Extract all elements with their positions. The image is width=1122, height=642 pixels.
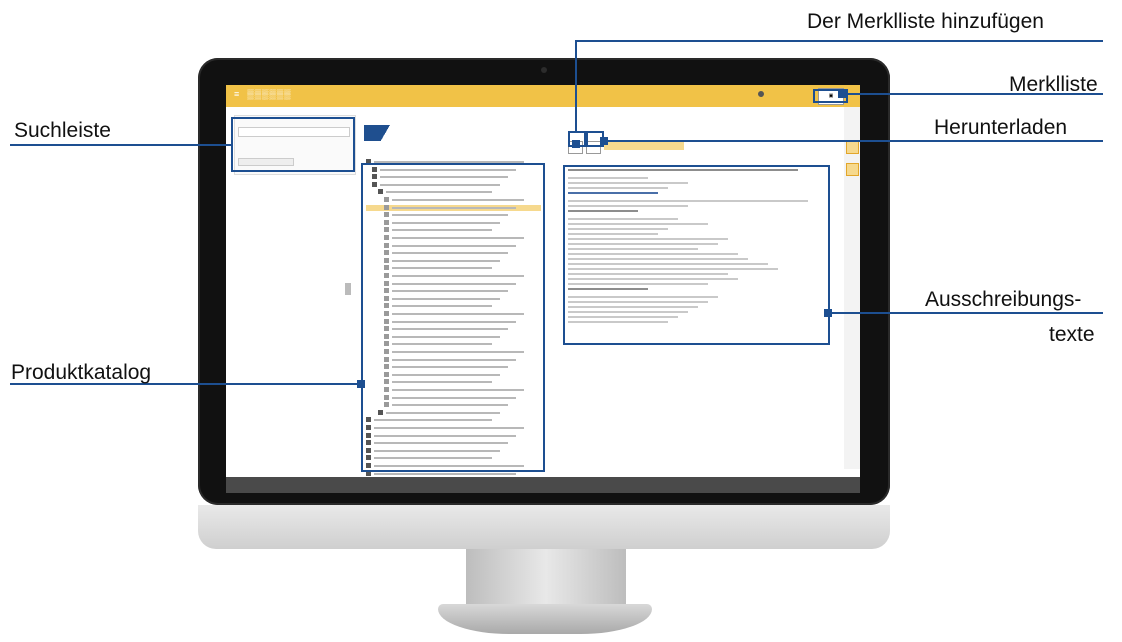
ausschreibungstexte-label-line2: texte xyxy=(1049,323,1095,346)
merkliste-add-leader-vertical xyxy=(575,42,577,132)
merkliste-add-label: Der Merklliste hinzufügen xyxy=(807,10,1044,33)
manufacturer-logo xyxy=(364,125,398,141)
suchleiste-leader-line xyxy=(10,144,232,146)
ausschreibungstexte-leader-line xyxy=(830,312,1103,314)
sidebar-collapse-handle[interactable] xyxy=(345,283,351,295)
produktkatalog-label: Produktkatalog xyxy=(11,361,152,384)
tree-item-text xyxy=(374,472,516,475)
merkliste-add-leader-horizontal xyxy=(575,40,1103,42)
document-icon[interactable] xyxy=(846,163,859,176)
app-header xyxy=(226,85,860,107)
herunterladen-leader-line xyxy=(604,140,1103,142)
suchleiste-label: Suchleiste xyxy=(14,119,111,142)
right-rail xyxy=(844,107,860,469)
monitor-stand-neck xyxy=(466,549,626,609)
camera-icon xyxy=(541,67,547,73)
account-icon[interactable] xyxy=(758,91,764,97)
ausschreibungstexte-label-line1: Ausschreibungs- xyxy=(925,288,1082,311)
ausschreibungstexte-highlight-box xyxy=(563,165,830,345)
footer xyxy=(226,477,860,493)
suchleiste-highlight-box xyxy=(231,117,355,172)
monitor-chin xyxy=(198,505,890,549)
monitor-stand-foot xyxy=(438,604,652,634)
merkliste-label: Merklliste xyxy=(1009,73,1098,96)
produktkatalog-marker xyxy=(357,380,365,388)
herunterladen-label: Herunterladen xyxy=(934,116,1068,139)
app-logo[interactable]: ≡ ▒▒▒▒▒▒ xyxy=(234,89,292,99)
merkliste-add-marker xyxy=(572,140,580,148)
produktkatalog-highlight-box xyxy=(361,163,545,472)
bookmark-icon[interactable] xyxy=(846,141,859,154)
